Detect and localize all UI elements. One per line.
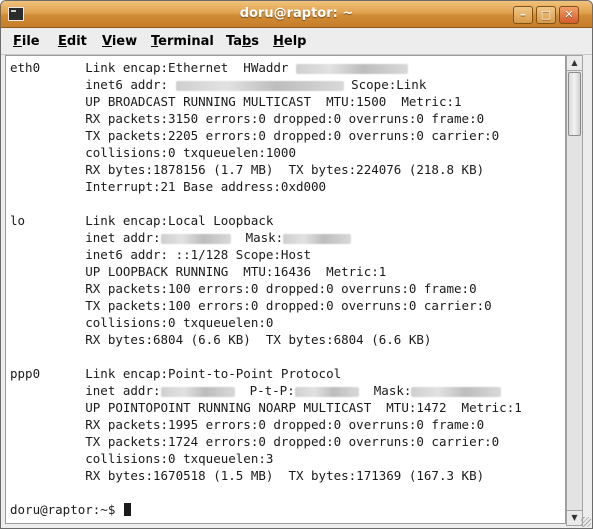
text-cursor <box>123 503 131 516</box>
menu-tabs-label: s <box>251 34 260 49</box>
terminal-line: RX packets:3150 errors:0 dropped:0 overr… <box>10 110 522 127</box>
terminal-line: RX bytes:6804 (6.6 KB) TX bytes:6804 (6.… <box>10 331 522 348</box>
terminal-line: RX packets:1995 errors:0 dropped:0 overr… <box>10 416 522 433</box>
scrollbar-thumb[interactable] <box>568 72 581 136</box>
menu-terminal[interactable]: Terminal <box>151 34 214 49</box>
menu-bar: File Edit View Terminal Tabs Help <box>1 28 592 55</box>
menu-help-mnemonic: H <box>273 34 284 49</box>
terminal-text-segment: Mask: <box>230 230 284 245</box>
redacted-value <box>294 386 359 397</box>
window-title: doru@raptor: ~ <box>239 6 354 21</box>
terminal-text-segment: TX packets:100 errors:0 dropped:0 overru… <box>10 298 492 313</box>
terminal-text-segment: TX packets:2205 errors:0 dropped:0 overr… <box>10 128 500 143</box>
terminal-line: TX packets:1724 errors:0 dropped:0 overr… <box>10 433 522 450</box>
menu-help-label: elp <box>283 34 307 49</box>
terminal-text-segment: ppp0 Link encap:Point-to-Point Protocol <box>10 366 342 381</box>
terminal-line: inet6 addr: Scope:Link <box>10 76 522 93</box>
terminal-line: TX packets:2205 errors:0 dropped:0 overr… <box>10 127 522 144</box>
redacted-value <box>175 80 344 91</box>
redacted-value <box>160 386 235 397</box>
terminal-text-segment: inet addr: <box>10 383 161 398</box>
terminal-line: inet addr: Mask: <box>10 229 522 246</box>
menu-tabs-mnemonic: b <box>241 34 252 49</box>
terminal-text-segment: collisions:0 txqueuelen:0 <box>10 315 274 330</box>
redacted-value <box>295 63 408 74</box>
menu-file-label: ile <box>21 34 40 49</box>
menu-file[interactable]: File <box>13 34 40 49</box>
menu-view-label: iew <box>111 34 138 49</box>
menu-view-mnemonic: V <box>102 34 112 49</box>
scroll-up-arrow-icon[interactable]: ▲ <box>567 56 582 71</box>
terminal-line: collisions:0 txqueuelen:1000 <box>10 144 522 161</box>
terminal-line: TX packets:100 errors:0 dropped:0 overru… <box>10 297 522 314</box>
terminal-line: RX bytes:1878156 (1.7 MB) TX bytes:22407… <box>10 161 522 178</box>
terminal-text-segment: UP LOOPBACK RUNNING MTU:16436 Metric:1 <box>10 264 387 279</box>
terminal-line: UP BROADCAST RUNNING MULTICAST MTU:1500 … <box>10 93 522 110</box>
terminal-line: UP LOOPBACK RUNNING MTU:16436 Metric:1 <box>10 263 522 280</box>
terminal-line: eth0 Link encap:Ethernet HWaddr <box>10 59 522 76</box>
terminal-text-segment: RX bytes:1878156 (1.7 MB) TX bytes:22407… <box>10 162 485 177</box>
terminal-text-segment: RX bytes:6804 (6.6 KB) TX bytes:6804 (6.… <box>10 332 432 347</box>
terminal-text-segment: RX packets:3150 errors:0 dropped:0 overr… <box>10 111 485 126</box>
menu-edit-mnemonic: E <box>58 34 67 49</box>
terminal-text-segment: UP POINTOPOINT RUNNING NOARP MULTICAST M… <box>10 400 522 415</box>
terminal-text-segment: collisions:0 txqueuelen:3 <box>10 451 274 466</box>
redacted-value <box>160 233 231 244</box>
terminal-text-segment: TX packets:1724 errors:0 dropped:0 overr… <box>10 434 500 449</box>
terminal-text-segment: RX packets:100 errors:0 dropped:0 overru… <box>10 281 477 296</box>
redacted-value <box>283 233 352 244</box>
terminal-text-segment: collisions:0 txqueuelen:1000 <box>10 145 296 160</box>
terminal-text-segment: inet6 addr: ::1/128 Scope:Host <box>10 247 312 262</box>
minimize-button[interactable]: – <box>513 6 533 24</box>
terminal-text-segment: RX packets:1995 errors:0 dropped:0 overr… <box>10 417 485 432</box>
terminal-text-segment: inet6 addr: <box>10 77 176 92</box>
menu-terminal-label: erminal <box>158 34 214 49</box>
menu-file-mnemonic: F <box>13 34 22 49</box>
terminal-text: eth0 Link encap:Ethernet HWaddr inet6 ad… <box>10 59 522 518</box>
terminal-text-segment: inet addr: <box>10 230 161 245</box>
vertical-scrollbar[interactable]: ▲ ▼ <box>566 55 583 526</box>
terminal-line: inet addr: P-t-P: Mask: <box>10 382 522 399</box>
terminal-line: doru@raptor:~$ <box>10 501 522 518</box>
menu-view[interactable]: View <box>102 34 137 49</box>
menu-edit[interactable]: Edit <box>58 34 87 49</box>
terminal-window: doru@raptor: ~ – □ ✕ File Edit View Term… <box>0 0 593 529</box>
menu-help[interactable]: Help <box>273 34 306 49</box>
terminal-line: ppp0 Link encap:Point-to-Point Protocol <box>10 365 522 382</box>
terminal-line: Interrupt:21 Base address:0xd000 <box>10 178 522 195</box>
menu-tabs-label-pre: Ta <box>226 34 242 49</box>
terminal-line: collisions:0 txqueuelen:3 <box>10 450 522 467</box>
terminal-line: RX packets:100 errors:0 dropped:0 overru… <box>10 280 522 297</box>
terminal-line: inet6 addr: ::1/128 Scope:Host <box>10 246 522 263</box>
terminal-text-segment: P-t-P: <box>234 383 295 398</box>
maximize-button[interactable]: □ <box>536 6 556 24</box>
terminal-text-segment: lo Link encap:Local Loopback <box>10 213 274 228</box>
terminal-line: UP POINTOPOINT RUNNING NOARP MULTICAST M… <box>10 399 522 416</box>
scroll-down-arrow-icon[interactable]: ▼ <box>567 510 582 525</box>
terminal-text-segment: doru@raptor:~$ <box>10 502 123 517</box>
terminal-output[interactable]: eth0 Link encap:Ethernet HWaddr inet6 ad… <box>5 55 566 524</box>
title-bar[interactable]: doru@raptor: ~ – □ ✕ <box>1 1 592 28</box>
menu-tabs[interactable]: Tabs <box>226 34 259 49</box>
terminal-text-segment: Mask: <box>358 383 412 398</box>
redacted-value <box>411 386 502 397</box>
terminal-text-segment: UP BROADCAST RUNNING MULTICAST MTU:1500 … <box>10 94 462 109</box>
close-button[interactable]: ✕ <box>559 6 579 24</box>
menu-edit-label: dit <box>66 34 87 49</box>
terminal-line: lo Link encap:Local Loopback <box>10 212 522 229</box>
terminal-text-segment: Interrupt:21 Base address:0xd000 <box>10 179 327 194</box>
terminal-text-segment: RX bytes:1670518 (1.5 MB) TX bytes:17136… <box>10 468 485 483</box>
resize-grip-icon[interactable] <box>581 517 591 527</box>
terminal-text-segment: Scope:Link <box>343 77 427 92</box>
terminal-line: RX bytes:1670518 (1.5 MB) TX bytes:17136… <box>10 467 522 484</box>
terminal-text-segment: eth0 Link encap:Ethernet HWaddr <box>10 60 296 75</box>
terminal-line: collisions:0 txqueuelen:0 <box>10 314 522 331</box>
